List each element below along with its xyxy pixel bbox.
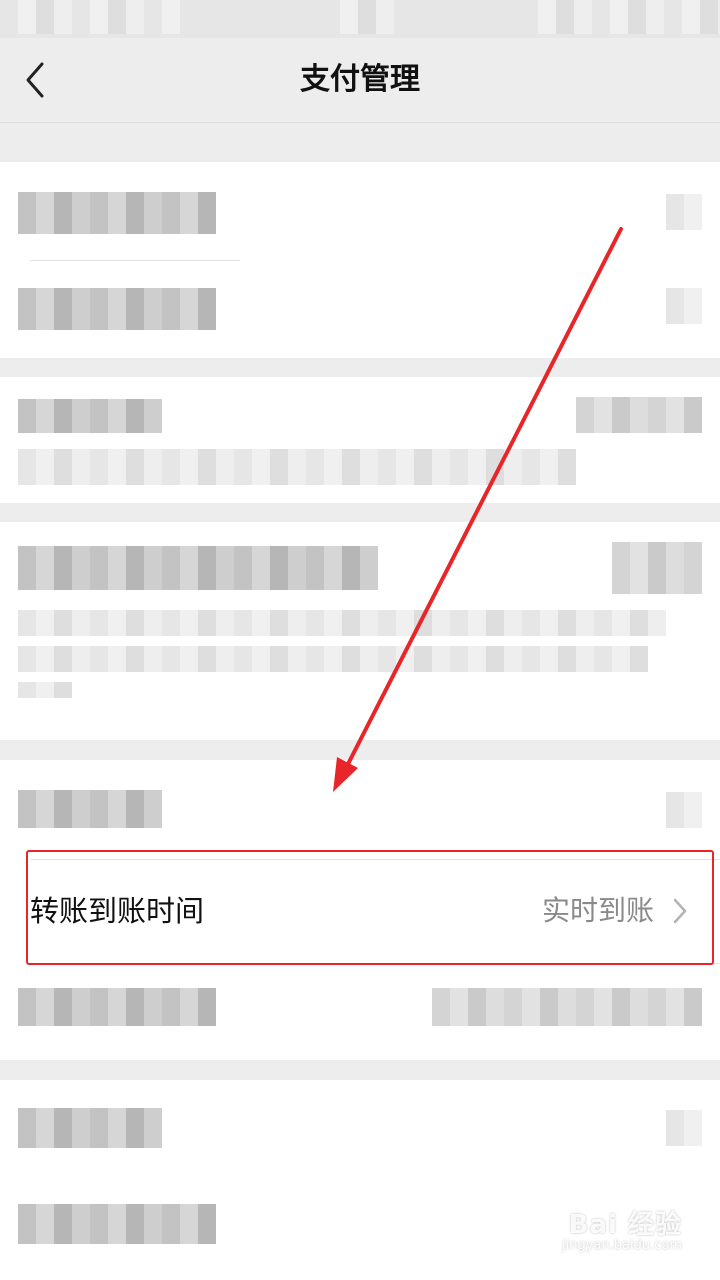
settings-item-desc-blurred	[18, 610, 666, 636]
settings-group-3	[0, 522, 720, 740]
baidu-jingyan-watermark: Bai 经验 jingyan.baidu.com	[542, 1202, 682, 1258]
settings-item-blurred[interactable]	[18, 399, 162, 433]
row-divider	[30, 963, 720, 964]
row-divider	[30, 260, 240, 261]
status-bar-blur-center	[322, 0, 394, 34]
settings-item-arrow-blurred	[666, 792, 702, 828]
watermark-url: jingyan.baidu.com	[562, 1238, 682, 1253]
settings-item-blurred[interactable]	[18, 288, 216, 330]
transfer-arrival-time-row[interactable]: 转账到账时间 实时到账	[0, 860, 720, 962]
status-bar	[0, 0, 720, 38]
page-title: 支付管理	[300, 62, 420, 97]
settings-item-value-blurred	[612, 542, 702, 594]
settings-item-desc-blurred	[18, 682, 72, 698]
settings-item-desc-blurred	[18, 646, 648, 672]
chevron-right-icon	[673, 898, 687, 924]
settings-item-desc-blurred	[18, 449, 576, 485]
transfer-arrival-time-label: 转账到账时间	[30, 894, 205, 928]
settings-item-value-blurred	[432, 988, 702, 1026]
settings-group-2	[0, 377, 720, 503]
transfer-arrival-time-value: 实时到账	[541, 894, 654, 927]
settings-item-blurred[interactable]	[18, 1204, 216, 1244]
settings-item-value-blurred	[576, 397, 702, 433]
settings-group-1	[0, 162, 720, 358]
settings-item-blurred[interactable]	[18, 790, 162, 828]
settings-item-blurred[interactable]	[18, 988, 216, 1026]
status-bar-blur-right	[520, 0, 720, 34]
settings-item-blurred[interactable]	[18, 192, 216, 234]
settings-item-arrow-blurred	[666, 194, 702, 230]
watermark-brand: Bai 经验	[568, 1210, 682, 1240]
status-bar-blur-left	[0, 0, 180, 34]
settings-item-arrow-blurred	[666, 288, 702, 324]
settings-item-blurred[interactable]	[18, 546, 378, 590]
settings-item-arrow-blurred	[666, 1110, 702, 1146]
settings-item-blurred[interactable]	[18, 1108, 162, 1148]
nav-bar: 支付管理	[0, 38, 720, 123]
